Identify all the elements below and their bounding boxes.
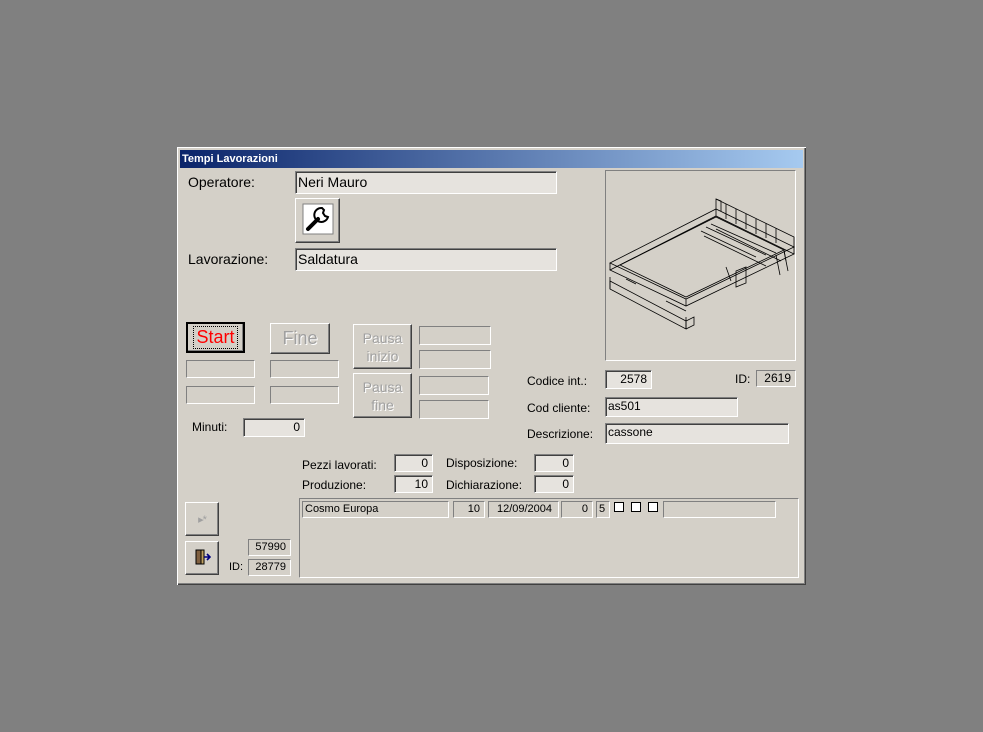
order-val2[interactable]: 5 (596, 501, 610, 518)
id-top-field: 2619 (756, 370, 796, 387)
orders-subform: Cosmo Europa 10 12/09/2004 0 5 (299, 498, 799, 578)
dichiarazione-label: Dichiarazione: (446, 478, 523, 492)
order-qty[interactable]: 10 (453, 501, 485, 518)
pausa-fine-time-1[interactable] (419, 376, 489, 395)
operatore-label: Operatore: (188, 174, 255, 190)
id-bottom-label: ID: (229, 561, 244, 573)
disposizione-label: Disposizione: (446, 456, 518, 470)
table-row[interactable]: Cosmo Europa 10 12/09/2004 0 5 (302, 501, 796, 519)
id-top-label: ID: (735, 372, 751, 386)
operatore-field[interactable]: Neri Mauro (295, 171, 557, 194)
new-record-button[interactable]: ▸* (185, 502, 219, 536)
window-title: Tempi Lavorazioni (180, 150, 803, 168)
produzione-label: Produzione: (302, 478, 367, 492)
order-notes[interactable] (663, 501, 776, 518)
exit-button[interactable] (185, 541, 219, 575)
pezzi-field[interactable]: 0 (394, 454, 433, 472)
fine-time-2[interactable] (270, 386, 339, 404)
order-date[interactable]: 12/09/2004 (488, 501, 559, 518)
order-cliente[interactable]: Cosmo Europa (302, 501, 449, 518)
product-image (605, 170, 796, 361)
minuti-field[interactable]: 0 (243, 418, 305, 437)
fine-time-1[interactable] (270, 360, 339, 378)
fine-button[interactable]: Fine (270, 323, 330, 354)
cod-cliente-label: Cod cliente: (527, 401, 591, 415)
product-drawing (609, 198, 795, 330)
order-checkbox-1[interactable] (614, 502, 624, 512)
wrench-icon (301, 202, 335, 239)
pausa-inizio-time-1[interactable] (419, 326, 491, 345)
main-window: Tempi Lavorazioni Operatore: Neri Mauro … (177, 147, 806, 585)
start-time-1[interactable] (186, 360, 255, 378)
pezzi-label: Pezzi lavorati: (302, 458, 377, 472)
start-time-2[interactable] (186, 386, 255, 404)
descrizione-label: Descrizione: (527, 427, 594, 441)
start-label: Start (193, 326, 238, 349)
lavorazione-label: Lavorazione: (188, 251, 269, 267)
exit-door-icon (193, 548, 212, 569)
lavorazione-field[interactable]: Saldatura (295, 248, 557, 271)
codice-label: Codice int.: (527, 374, 588, 388)
id-bottom-field: 28779 (248, 559, 291, 576)
new-record-icon: ▸* (198, 513, 207, 526)
minuti-label: Minuti: (192, 420, 228, 434)
pausa-inizio-button[interactable]: Pausa inizio (353, 324, 412, 369)
codice-field[interactable]: 2578 (605, 370, 652, 389)
pausa-fine-time-2[interactable] (419, 400, 489, 419)
order-checkbox-3[interactable] (648, 502, 658, 512)
tool-button[interactable] (295, 198, 340, 243)
pausa-fine-button[interactable]: Pausa fine (353, 373, 412, 418)
record-number-field: 57990 (248, 539, 291, 556)
order-val1[interactable]: 0 (561, 501, 593, 518)
start-button[interactable]: Start (186, 322, 245, 353)
order-checkbox-2[interactable] (631, 502, 641, 512)
disposizione-field[interactable]: 0 (534, 454, 574, 472)
pausa-inizio-time-2[interactable] (419, 350, 491, 369)
descrizione-field[interactable]: cassone (605, 423, 789, 444)
cod-cliente-field[interactable]: as501 (605, 397, 738, 417)
produzione-field[interactable]: 10 (394, 475, 433, 493)
dichiarazione-field[interactable]: 0 (534, 475, 574, 493)
